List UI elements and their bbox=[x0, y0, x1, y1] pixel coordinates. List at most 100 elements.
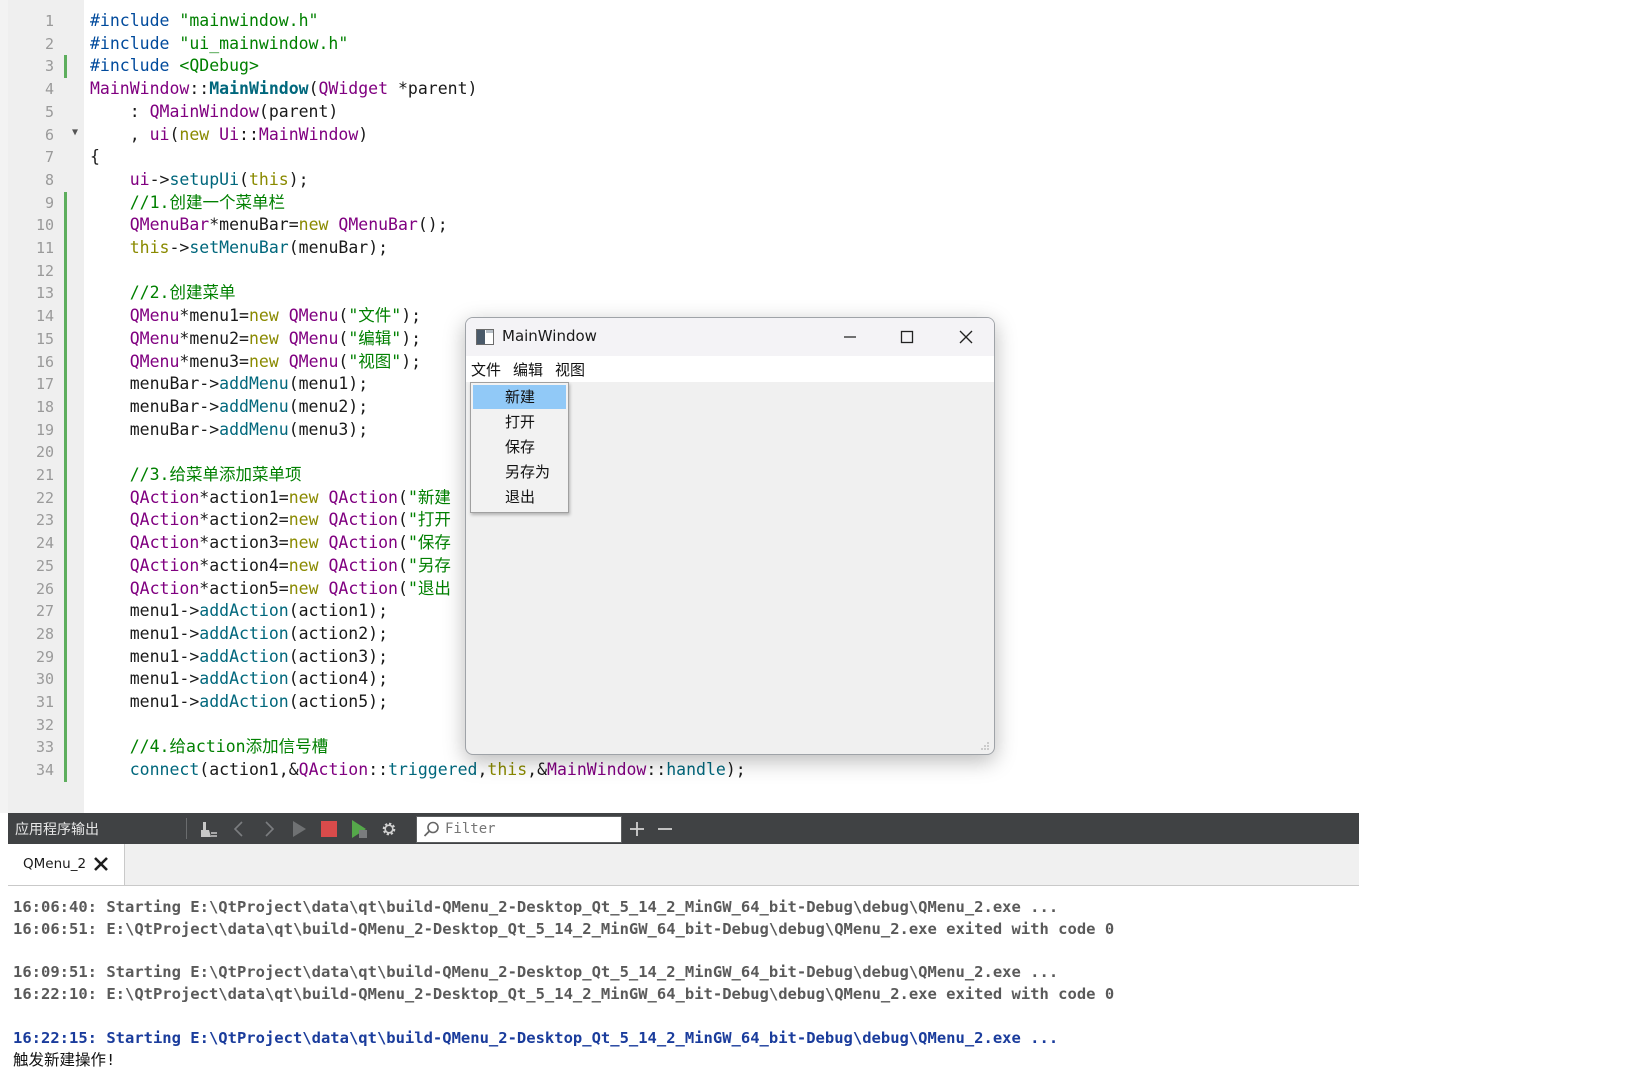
menu-file[interactable]: 文件 bbox=[471, 359, 501, 380]
output-tab-bar: QMenu_2 bbox=[8, 844, 1359, 886]
line-number: 25 bbox=[35, 556, 54, 575]
window-title: MainWindow bbox=[502, 327, 597, 345]
line-number: 21 bbox=[35, 466, 54, 484]
window-titlebar[interactable]: MainWindow bbox=[466, 318, 994, 356]
line-number: 1 bbox=[44, 12, 54, 30]
code-line: QMenu*menu1=new QMenu("文件"); bbox=[129, 306, 422, 326]
line-number: 15 bbox=[35, 329, 54, 348]
code-line: #include "ui_mainwindow.h" bbox=[90, 33, 349, 53]
line-number: 14 bbox=[35, 307, 54, 326]
line-number: 19 bbox=[35, 420, 54, 439]
file-menu-dropdown: 新建 打开 保存 另存为 退出 bbox=[470, 382, 569, 513]
menu-item-new[interactable]: 新建 bbox=[473, 385, 566, 409]
filter-input[interactable] bbox=[445, 819, 615, 839]
code-line: QMenu*menu3=new QMenu("视图"); bbox=[129, 351, 422, 371]
line-number: 8 bbox=[44, 170, 54, 189]
zoom-out-button[interactable] bbox=[652, 815, 678, 842]
line-number: 11 bbox=[35, 239, 54, 257]
broom-icon bbox=[201, 821, 217, 837]
code-line: this->setMenuBar(menuBar); bbox=[129, 238, 389, 257]
line-number: 20 bbox=[35, 443, 54, 462]
line-number: 23 bbox=[35, 511, 54, 530]
code-line: , ui(new Ui::MainWindow) bbox=[90, 124, 369, 144]
line-number: 27 bbox=[35, 602, 54, 621]
line-number: 34 bbox=[35, 761, 54, 780]
line-number: 29 bbox=[35, 647, 54, 666]
output-line: 触发新建操作! bbox=[13, 1050, 116, 1069]
line-number: 6 bbox=[44, 125, 54, 144]
output-line: 16:09:51: Starting E:\QtProject\data\qt\… bbox=[13, 963, 1059, 982]
qt-main-window[interactable]: MainWindow 文件 编辑 视图 新建 打开 保存 另存为 退出 bbox=[465, 317, 995, 755]
clear-output-button[interactable] bbox=[196, 815, 222, 842]
line-number: 13 bbox=[35, 284, 54, 303]
close-icon bbox=[959, 330, 973, 344]
code-line: //2.创建菜单 bbox=[90, 283, 236, 303]
output-tab[interactable]: QMenu_2 bbox=[8, 844, 125, 885]
line-number: 33 bbox=[35, 738, 54, 757]
code-line: QAction*action1=new QAction("新建 bbox=[129, 487, 451, 507]
code-line: menu1->addAction(action2); bbox=[90, 623, 389, 643]
app-icon bbox=[476, 329, 494, 345]
menu-item-save-as[interactable]: 另存为 bbox=[473, 460, 566, 484]
menu-bar: 文件 编辑 视图 bbox=[466, 356, 994, 382]
chevron-left-icon bbox=[233, 820, 243, 837]
close-tab-icon[interactable] bbox=[92, 855, 110, 873]
menu-edit[interactable]: 编辑 bbox=[513, 359, 543, 380]
application-output[interactable]: 16:06:40: Starting E:\QtProject\data\qt\… bbox=[0, 886, 1649, 1084]
stop-button[interactable] bbox=[316, 815, 342, 842]
line-number: 10 bbox=[35, 216, 54, 235]
minus-icon bbox=[658, 827, 672, 830]
gear-icon bbox=[382, 822, 396, 835]
line-number: 7 bbox=[44, 148, 54, 167]
stop-icon bbox=[321, 820, 337, 837]
output-line: 16:22:10: E:\QtProject\data\qt\build-QMe… bbox=[13, 985, 1115, 1004]
run-button[interactable] bbox=[286, 815, 312, 842]
line-number: 9 bbox=[44, 193, 54, 212]
zoom-in-button[interactable] bbox=[624, 815, 650, 842]
code-line: //3.给菜单添加菜单项 bbox=[90, 465, 302, 484]
search-icon bbox=[423, 821, 439, 837]
filter-box[interactable] bbox=[416, 816, 622, 843]
rerun-button[interactable] bbox=[346, 815, 372, 842]
resize-grip-icon[interactable] bbox=[980, 741, 990, 751]
line-number: 16 bbox=[35, 352, 54, 371]
line-number: 30 bbox=[35, 670, 54, 689]
menu-view[interactable]: 视图 bbox=[555, 359, 585, 380]
output-toolbar: 应用程序输出 bbox=[8, 813, 1359, 844]
code-line: menu1->addAction(action4); bbox=[90, 669, 389, 689]
code-line: QAction*action5=new QAction("退出 bbox=[129, 578, 451, 598]
line-number: 5 bbox=[44, 102, 54, 121]
toolbar-separator bbox=[186, 818, 187, 839]
settings-button[interactable] bbox=[376, 815, 402, 842]
line-number: 26 bbox=[35, 579, 54, 598]
maximize-button[interactable] bbox=[879, 318, 935, 356]
code-line: #include "mainwindow.h" bbox=[90, 11, 319, 30]
code-line: ui->setupUi(this); bbox=[129, 169, 309, 189]
code-line: { bbox=[90, 147, 100, 167]
change-marker bbox=[64, 55, 67, 79]
line-number: 28 bbox=[35, 624, 54, 643]
code-line: QMenuBar*menuBar=new QMenuBar(); bbox=[129, 215, 448, 235]
previous-item-button[interactable] bbox=[226, 815, 252, 842]
menu-item-exit[interactable]: 退出 bbox=[473, 485, 566, 509]
fold-arrow-icon[interactable]: ▼ bbox=[72, 127, 78, 138]
line-number: 3 bbox=[44, 57, 54, 76]
change-marker bbox=[64, 191, 67, 782]
play-icon bbox=[293, 820, 306, 837]
code-line: menuBar->addMenu(menu2); bbox=[90, 396, 369, 416]
line-number: 18 bbox=[35, 397, 54, 416]
line-number: 12 bbox=[35, 261, 54, 280]
line-number: 2 bbox=[44, 34, 54, 53]
next-item-button[interactable] bbox=[256, 815, 282, 842]
maximize-icon bbox=[900, 330, 914, 344]
output-line: 16:06:40: Starting E:\QtProject\data\qt\… bbox=[13, 898, 1059, 916]
output-line: 16:06:51: E:\QtProject\data\qt\build-QMe… bbox=[13, 919, 1115, 938]
code-line: QMenu*menu2=new QMenu("编辑"); bbox=[129, 328, 422, 348]
plus-icon bbox=[630, 821, 644, 836]
output-line: 16:22:15: Starting E:\QtProject\data\qt\… bbox=[13, 1028, 1059, 1047]
menu-item-save[interactable]: 保存 bbox=[473, 435, 566, 459]
minimize-button[interactable] bbox=[822, 318, 878, 356]
close-button[interactable] bbox=[938, 318, 994, 356]
menu-item-open[interactable]: 打开 bbox=[473, 410, 566, 434]
line-number: 24 bbox=[35, 534, 54, 553]
